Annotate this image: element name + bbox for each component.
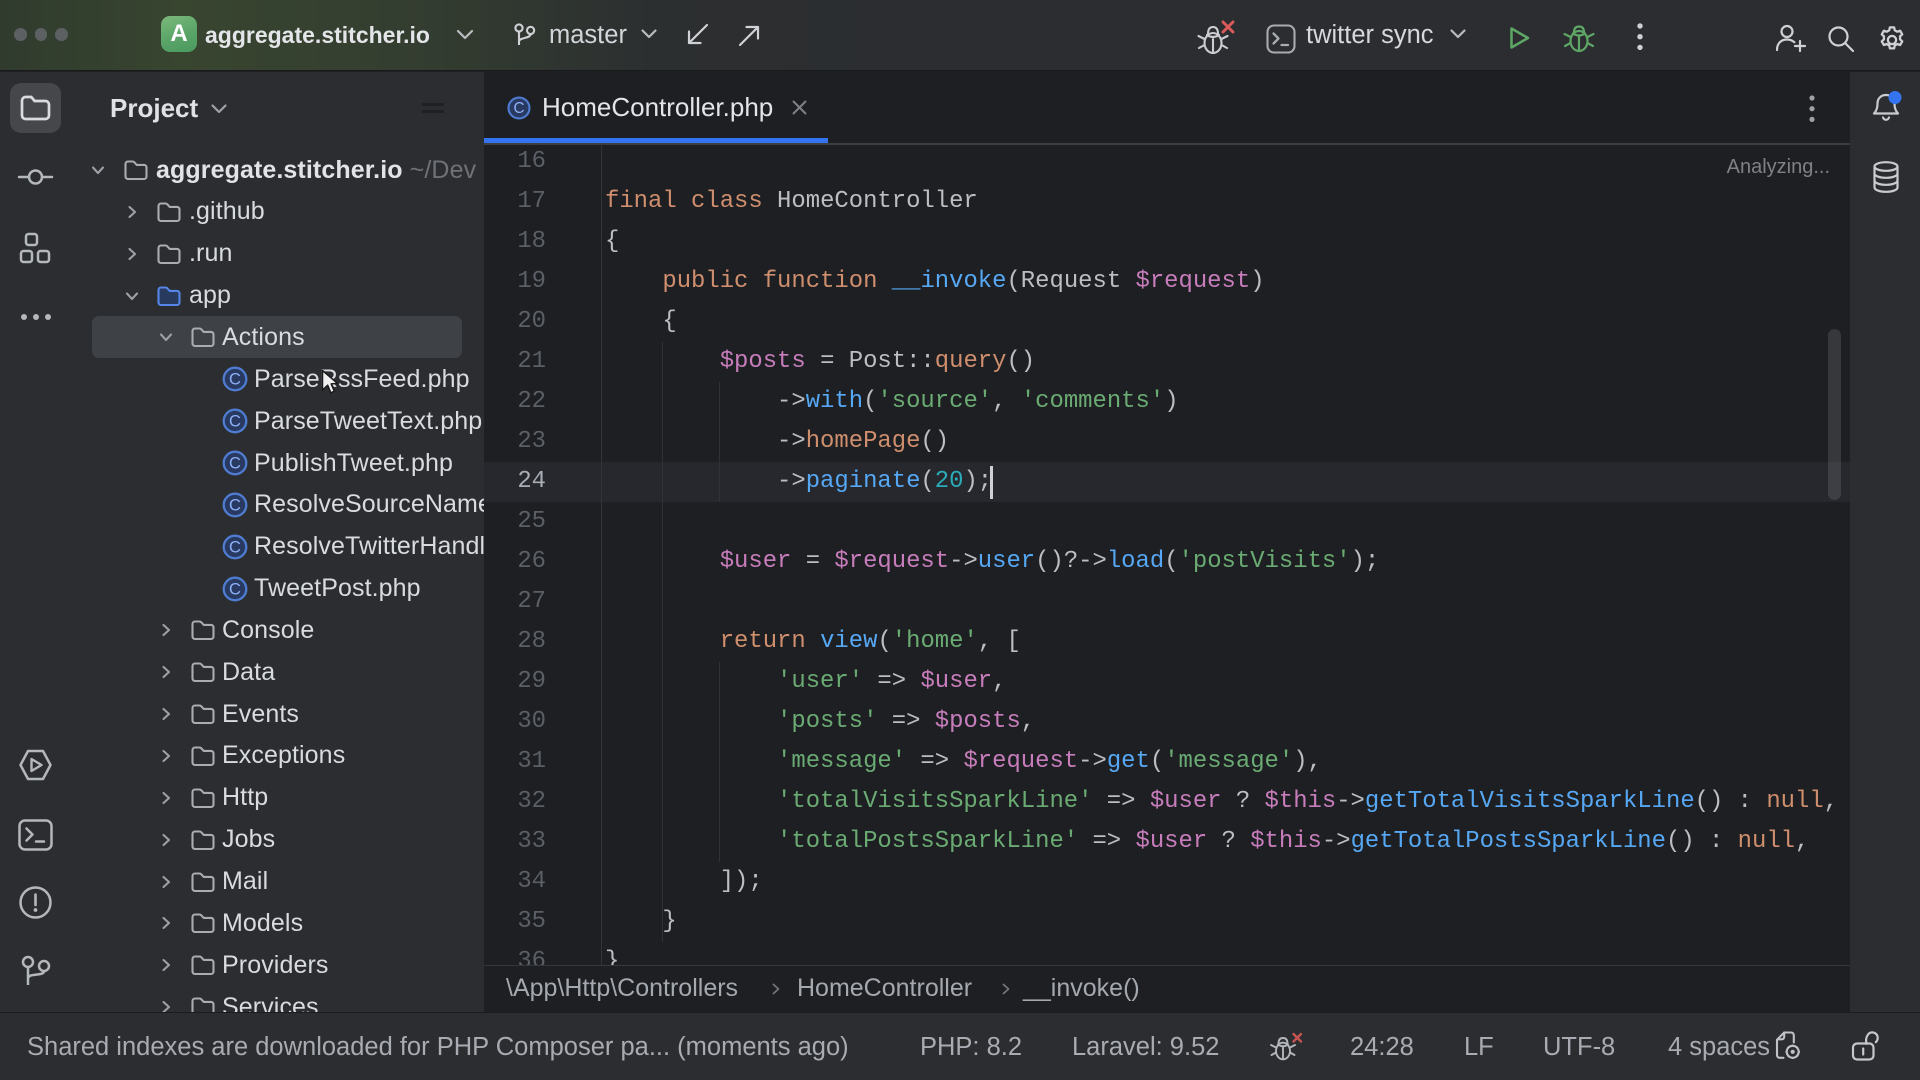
svg-text:C: C [229,580,241,598]
svg-text:C: C [229,413,241,431]
svg-text:C: C [229,455,241,473]
svg-text:C: C [513,100,524,117]
svg-text:C: C [229,496,241,514]
svg-text:C: C [229,538,241,556]
svg-text:C: C [229,371,241,389]
